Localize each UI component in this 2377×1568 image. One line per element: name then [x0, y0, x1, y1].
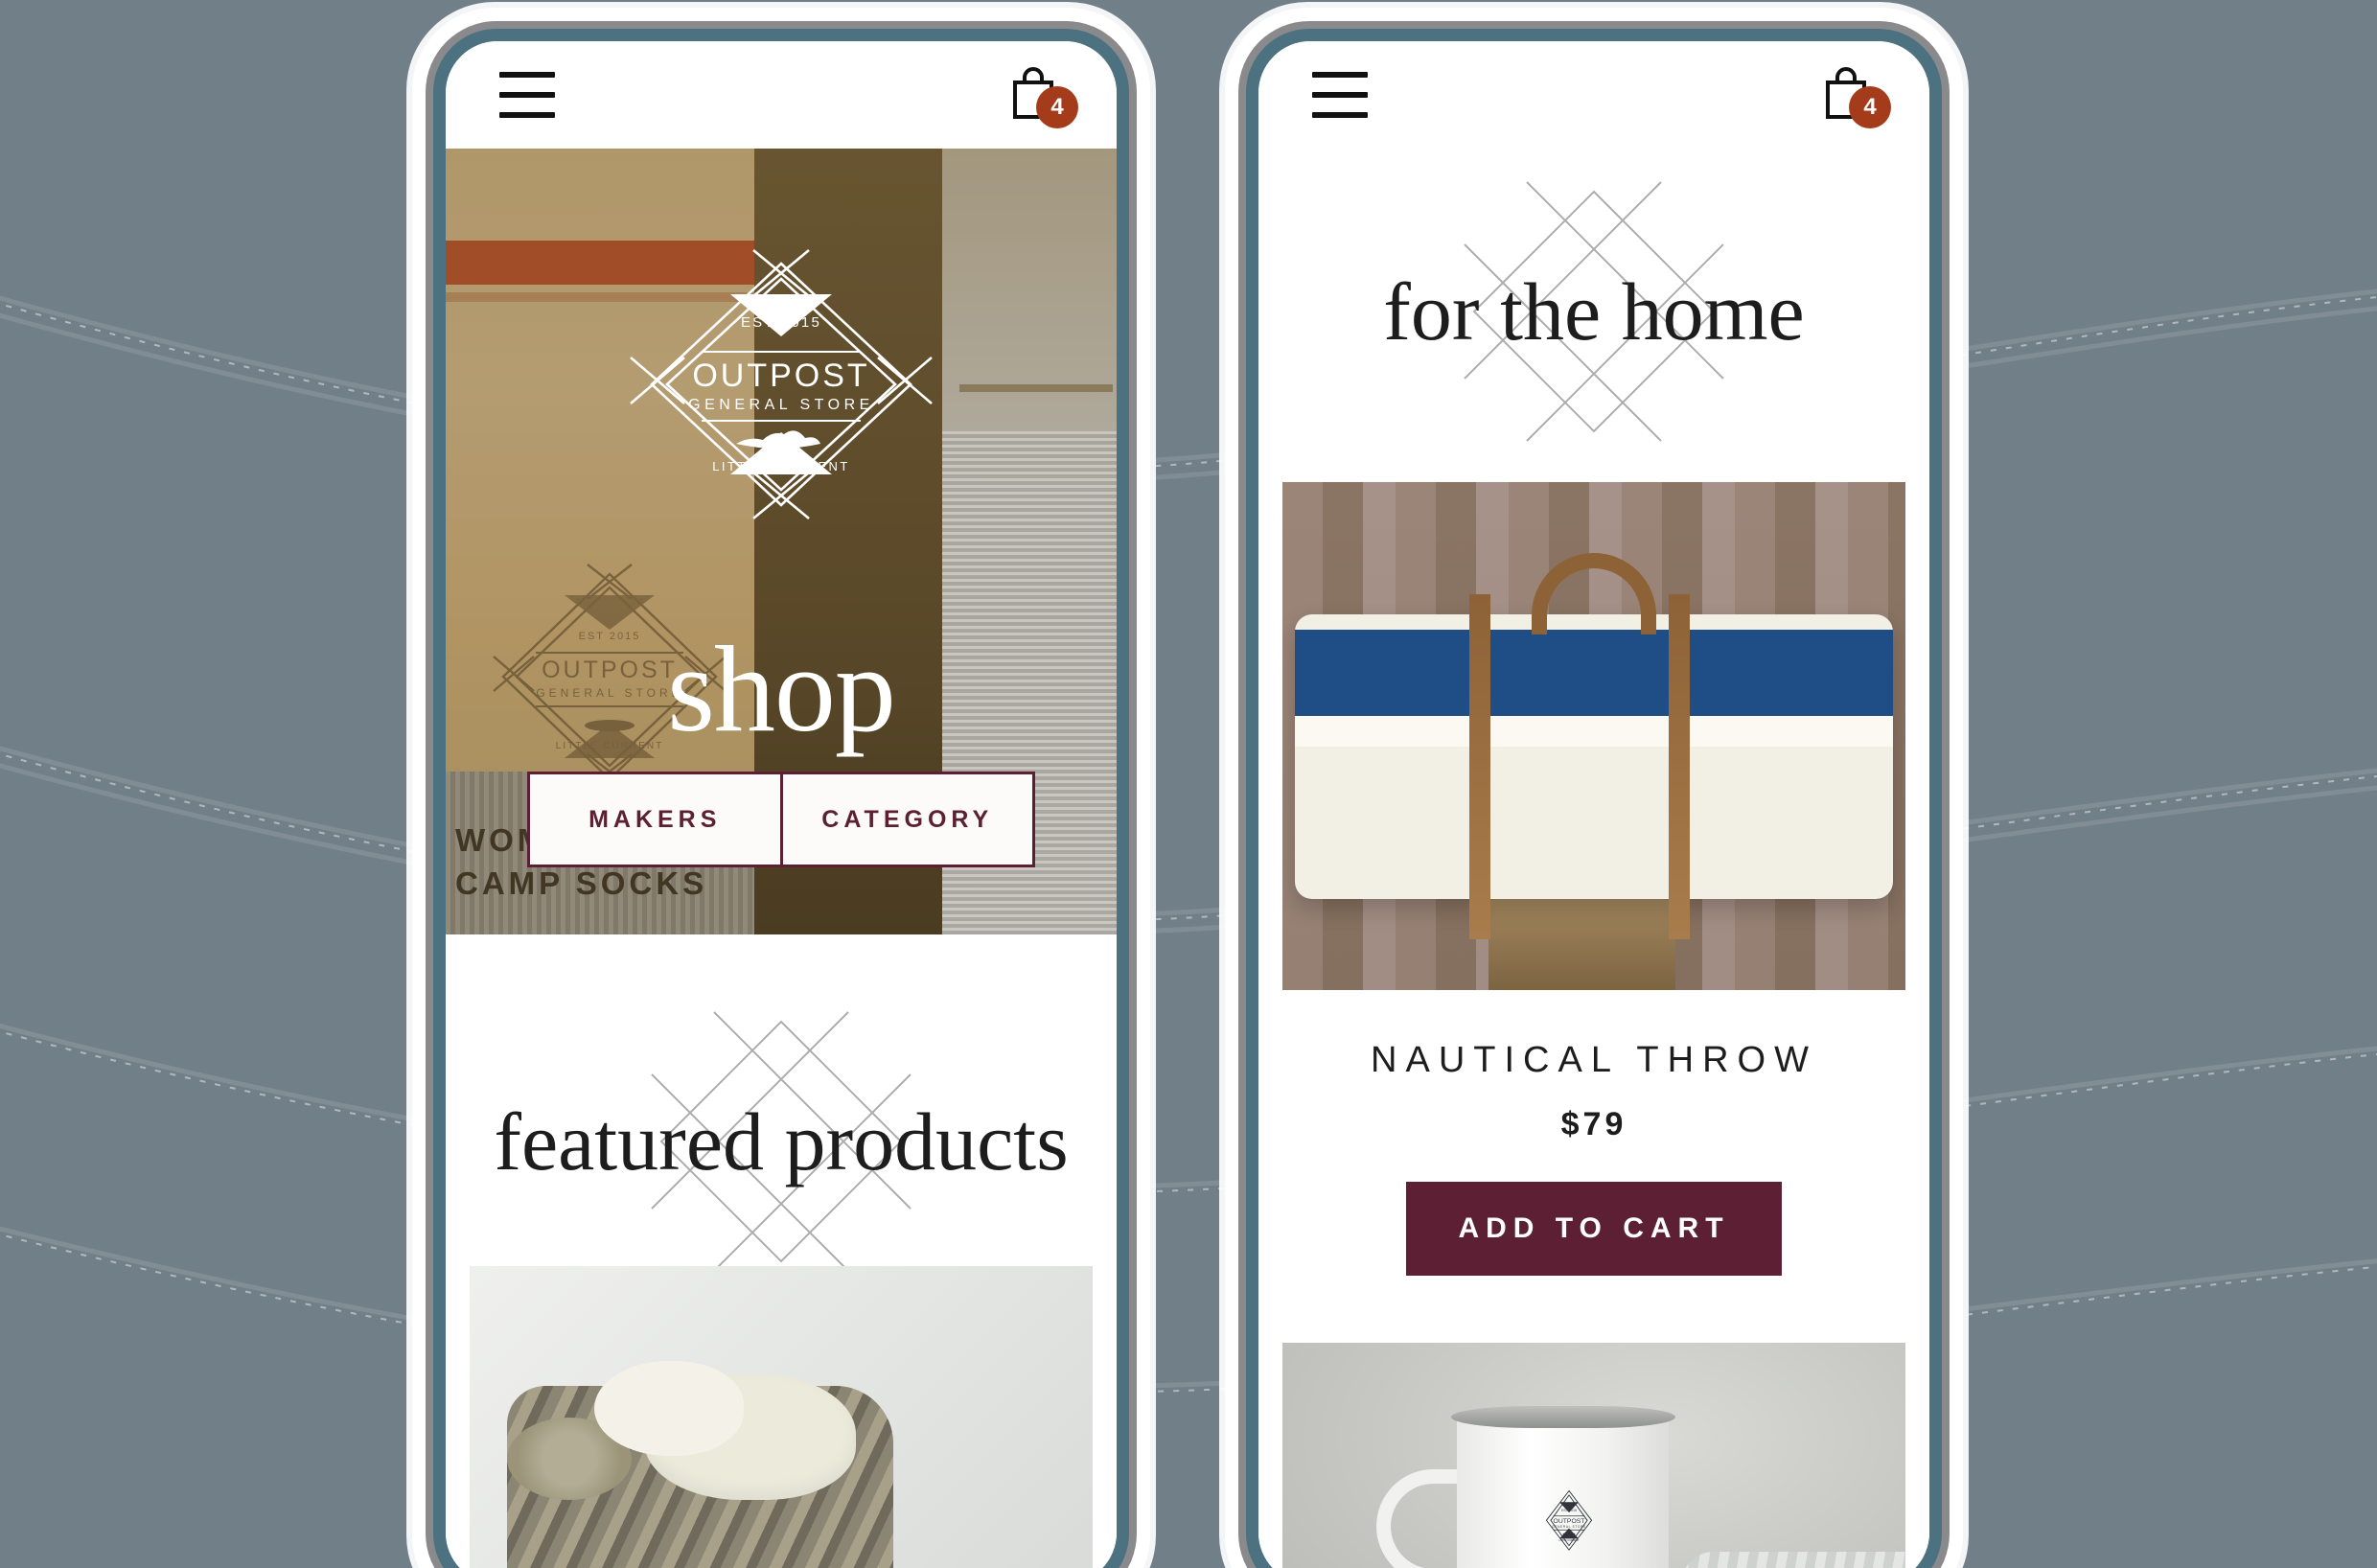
throw-photo [1282, 482, 1905, 990]
cart-button-right[interactable]: 4 [1820, 65, 1891, 128]
hamburger-bar [1312, 72, 1368, 78]
svg-text:GENERAL STORE: GENERAL STORE [688, 397, 874, 413]
svg-text:EST 2015: EST 2015 [1561, 1509, 1577, 1512]
svg-text:OUTPOST: OUTPOST [1554, 1518, 1585, 1525]
featured-product-image[interactable] [470, 1266, 1093, 1568]
hamburger-bar [499, 72, 555, 78]
filter-toggle-group: MAKERS CATEGORY [527, 772, 1035, 867]
hero-headline: shop [667, 621, 896, 757]
product-image-nautical-throw[interactable] [1282, 482, 1905, 990]
for-the-home-header: for the home [1258, 181, 1929, 442]
svg-text:GENERAL STORE: GENERAL STORE [536, 686, 682, 700]
filter-makers-button[interactable]: MAKERS [527, 772, 783, 867]
phone-bezel-gray: 4 EST 2015 OUTPOST GENERAL STORE LITTLE … [426, 21, 1137, 1568]
product-price: $79 [1560, 1106, 1627, 1142]
cart-count-badge: 4 [1036, 86, 1078, 128]
section-title: for the home [1383, 265, 1805, 357]
product-title: NAUTICAL THROW [1371, 1040, 1817, 1080]
featured-products-section: featured products [446, 934, 1117, 1568]
mug-printed-logo: EST 2015 OUTPOST GENERAL STORE LITTLE CU… [1545, 1489, 1593, 1551]
phone-mockup-right: 4 for the home NAUTICAL THROW $79 ADD TO… [1225, 8, 1963, 1568]
appbar-left: 4 [446, 41, 1117, 149]
hamburger-icon[interactable] [1312, 72, 1368, 118]
cart-count-badge: 4 [1849, 86, 1891, 128]
svg-text:EST 2015: EST 2015 [741, 314, 821, 331]
hamburger-icon[interactable] [499, 72, 555, 118]
mug-photo-towel [1681, 1551, 1905, 1568]
mug-photo: EST 2015 OUTPOST GENERAL STORE LITTLE CU… [1282, 1343, 1905, 1568]
outpost-logo: EST 2015 OUTPOST GENERAL STORE LITTLE CU… [630, 248, 933, 520]
phone-screen-right: 4 for the home NAUTICAL THROW $79 ADD TO… [1258, 41, 1929, 1568]
hamburger-bar [1312, 92, 1368, 98]
mug-photo-rim [1450, 1406, 1675, 1429]
throw-photo-leather-strap [1469, 593, 1490, 939]
background-decoration [0, 0, 2377, 1568]
appbar-right: 4 [1258, 41, 1929, 149]
svg-text:EST 2015: EST 2015 [579, 631, 641, 642]
svg-text:LITTLE CURRENT: LITTLE CURRENT [1559, 1539, 1580, 1542]
hamburger-bar [1312, 112, 1368, 118]
phone-screen-left: 4 EST 2015 OUTPOST GENERAL STORE LITTLE … [446, 41, 1117, 1568]
svg-text:LITTLE CURRENT: LITTLE CURRENT [712, 459, 849, 473]
for-the-home-section: for the home NAUTICAL THROW $79 ADD TO C… [1258, 149, 1929, 1568]
product-image-enamel-mug[interactable]: EST 2015 OUTPOST GENERAL STORE LITTLE CU… [1282, 1343, 1905, 1568]
add-to-cart-button[interactable]: ADD TO CART [1406, 1182, 1782, 1276]
svg-text:GENERAL STORE: GENERAL STORE [1552, 1525, 1586, 1529]
mitten-back [594, 1361, 744, 1456]
featured-products-header: featured products [446, 1011, 1117, 1272]
svg-text:OUTPOST: OUTPOST [542, 657, 678, 683]
throw-photo-leather-strap [1669, 593, 1690, 939]
phone-mockup-left: 4 EST 2015 OUTPOST GENERAL STORE LITTLE … [412, 8, 1150, 1568]
svg-text:OUTPOST: OUTPOST [692, 357, 869, 394]
phone-bezel-teal: 4 for the home NAUTICAL THROW $79 ADD TO… [1246, 29, 1942, 1568]
throw-photo-white-stripe [1295, 715, 1893, 747]
hamburger-bar [499, 92, 555, 98]
section-title: featured products [494, 1095, 1069, 1188]
throw-photo-fence-post [1488, 898, 1675, 990]
filter-category-button[interactable]: CATEGORY [782, 772, 1035, 867]
hamburger-bar [499, 112, 555, 118]
phone-bezel-teal: 4 EST 2015 OUTPOST GENERAL STORE LITTLE … [433, 29, 1129, 1568]
svg-text:LITTLE CURRENT: LITTLE CURRENT [556, 741, 663, 751]
cart-button-left[interactable]: 4 [1007, 65, 1078, 128]
knitwear-photo [470, 1266, 1093, 1568]
phone-bezel-gray: 4 for the home NAUTICAL THROW $79 ADD TO… [1238, 21, 1950, 1568]
throw-photo-blue-stripe [1295, 629, 1893, 716]
